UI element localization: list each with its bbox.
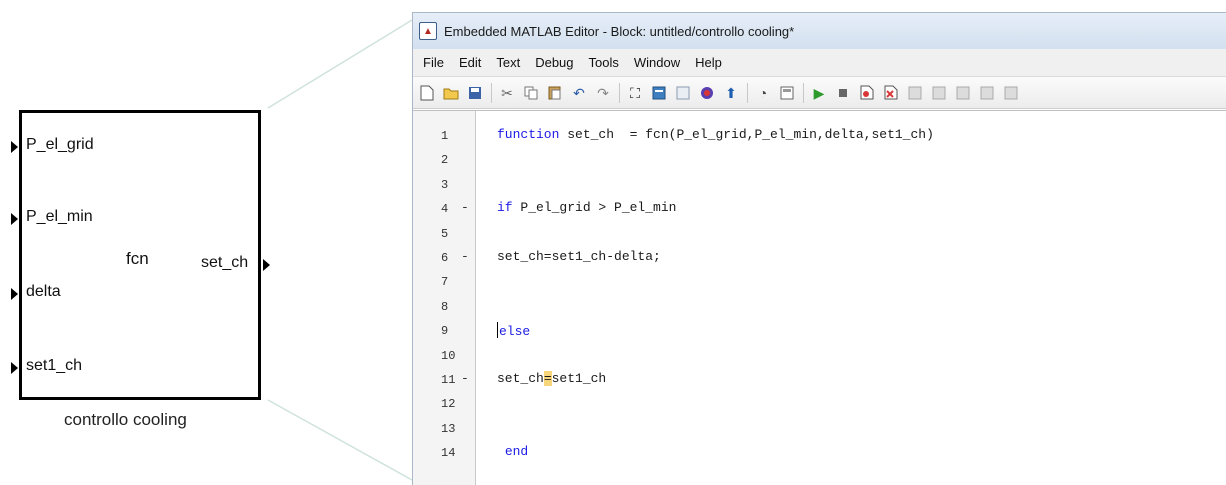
line-number: 5 <box>441 226 449 241</box>
calculator-icon[interactable] <box>777 83 797 103</box>
line-number: 4 <box>441 202 449 217</box>
code-line[interactable]: 13 <box>413 418 1213 440</box>
input-port-label: set1_ch <box>26 357 83 374</box>
input-port-arrow-icon[interactable] <box>11 213 18 225</box>
code-text: else <box>497 322 530 339</box>
line-number: 7 <box>441 275 449 290</box>
line-number: 6 <box>441 251 449 265</box>
goto-icon[interactable] <box>649 83 669 103</box>
new-file-icon[interactable] <box>417 83 437 103</box>
code-text: if P_el_grid > P_el_min <box>497 200 677 216</box>
code-editor[interactable]: 1 function set_ch = fcn(P_el_grid,P_el_mi… <box>413 110 1226 485</box>
code-line[interactable]: 4- if P_el_grid > P_el_min <box>413 198 1213 220</box>
block-name: controllo cooling <box>64 410 187 429</box>
toolbar-separator <box>803 82 804 103</box>
line-number: 3 <box>441 177 449 192</box>
toolbar-separator <box>491 82 492 103</box>
executable-line-marker[interactable]: - <box>461 200 469 215</box>
input-port-label: P_el_min <box>26 208 93 225</box>
menu-bar: File Edit Text Debug Tools Window Help <box>413 49 1226 77</box>
menu-edit[interactable]: Edit <box>453 55 490 70</box>
document-icon[interactable] <box>673 83 693 103</box>
menu-help[interactable]: Help <box>689 55 731 70</box>
toolbar-separator <box>747 82 748 103</box>
line-number: 8 <box>441 299 449 314</box>
code-line[interactable]: 1 function set_ch = fcn(P_el_grid,P_el_mi… <box>413 125 1213 147</box>
step-out-icon[interactable] <box>953 83 973 103</box>
menu-text[interactable]: Text <box>490 55 529 70</box>
target-icon[interactable] <box>697 83 717 103</box>
line-number: 14 <box>441 446 456 461</box>
keyword: else <box>499 324 531 340</box>
toolbar-separator <box>619 82 620 103</box>
menu-file[interactable]: File <box>417 55 453 70</box>
code-line[interactable]: 9 else <box>413 320 1213 342</box>
line-number: 9 <box>441 324 449 339</box>
keyword: function <box>497 127 560 142</box>
cut-icon[interactable]: ✂ <box>497 83 517 103</box>
code-line[interactable]: 3 <box>413 174 1213 196</box>
copy-icon[interactable] <box>521 83 541 103</box>
code-line[interactable]: 11- set_ch=set1_ch <box>413 369 1213 391</box>
code-line[interactable]: 2 <box>413 149 1213 171</box>
executable-line-marker[interactable]: - <box>461 249 469 264</box>
block-function-label: fcn <box>126 249 149 268</box>
input-port-label: P_el_grid <box>26 136 94 153</box>
code-text: function set_ch = fcn(P_el_grid,P_el_min… <box>497 127 934 142</box>
code-line[interactable]: 14 end <box>413 442 1213 464</box>
output-port-arrow-icon[interactable] <box>263 259 270 271</box>
up-arrow-icon[interactable]: ⬆ <box>721 83 741 103</box>
code-line[interactable]: 8 <box>413 296 1213 318</box>
code-line[interactable]: 6- set_ch=set1_ch-delta; <box>413 247 1213 269</box>
clear-breakpoint-icon[interactable] <box>881 83 901 103</box>
window-title: Embedded MATLAB Editor - Block: untitled… <box>444 23 795 39</box>
keyword: if <box>497 200 513 216</box>
code-line[interactable]: 7 <box>413 271 1213 293</box>
embedded-matlab-editor-window: ▲ Embedded MATLAB Editor - Block: untitl… <box>412 12 1226 485</box>
open-folder-icon[interactable] <box>441 83 461 103</box>
window-titlebar[interactable]: ▲ Embedded MATLAB Editor - Block: untitl… <box>413 13 1226 49</box>
step-in-icon[interactable] <box>929 83 949 103</box>
menu-debug[interactable]: Debug <box>529 55 582 70</box>
output-port-label: set_ch <box>201 254 249 271</box>
keyword: end <box>504 444 529 460</box>
text-cursor <box>497 322 498 339</box>
stack-icon[interactable] <box>1001 83 1021 103</box>
code-line[interactable]: 12 <box>413 393 1213 415</box>
code-text: set_ch=set1_ch <box>497 371 607 386</box>
input-port-label: delta <box>26 283 61 300</box>
toolbar: ✂ ↶ ↷ ⛶ ⬆ ◔ ▶ <box>413 77 1226 109</box>
save-icon[interactable] <box>465 83 485 103</box>
paste-icon[interactable] <box>545 83 565 103</box>
matlab-editor-icon: ▲ <box>419 22 437 40</box>
input-port-arrow-icon[interactable] <box>11 288 18 300</box>
run-icon[interactable]: ▶ <box>809 83 829 103</box>
find-icon[interactable]: ⛶ <box>625 83 645 103</box>
executable-line-marker[interactable]: - <box>461 371 469 386</box>
undo-icon[interactable]: ↶ <box>569 83 589 103</box>
set-breakpoint-icon[interactable] <box>857 83 877 103</box>
line-number: 13 <box>441 421 456 436</box>
highlighted-operator: = <box>543 371 552 386</box>
code-text: set_ch=set1_ch-delta; <box>497 249 661 264</box>
line-number: 1 <box>441 129 449 143</box>
stop-icon[interactable] <box>833 83 853 103</box>
menu-tools[interactable]: Tools <box>583 55 628 70</box>
input-port-arrow-icon[interactable] <box>11 362 18 374</box>
redo-icon[interactable]: ↷ <box>593 83 613 103</box>
step-icon[interactable] <box>905 83 925 103</box>
exit-debug-icon[interactable] <box>977 83 997 103</box>
line-number: 11 <box>441 373 456 387</box>
zoom-line-top <box>267 19 413 109</box>
line-number: 2 <box>441 153 449 168</box>
input-port-arrow-icon[interactable] <box>11 141 18 153</box>
code-line[interactable]: 10 <box>413 345 1213 367</box>
menu-window[interactable]: Window <box>628 55 689 70</box>
history-icon[interactable]: ◔ <box>753 83 773 103</box>
code-text: end <box>497 444 528 459</box>
zoom-line-bottom <box>267 399 413 481</box>
line-number: 10 <box>441 348 456 363</box>
code-line[interactable]: 5 <box>413 223 1213 245</box>
line-number: 12 <box>441 397 456 412</box>
